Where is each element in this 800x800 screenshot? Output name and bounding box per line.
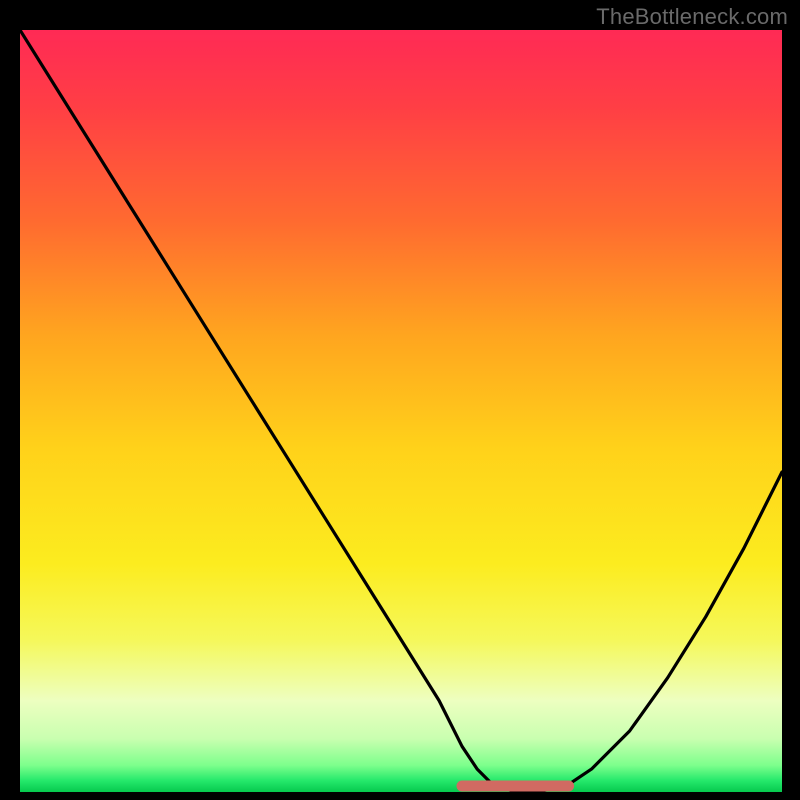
bottleneck-chart xyxy=(20,30,782,792)
watermark-text: TheBottleneck.com xyxy=(596,4,788,30)
chart-frame: TheBottleneck.com xyxy=(0,0,800,800)
